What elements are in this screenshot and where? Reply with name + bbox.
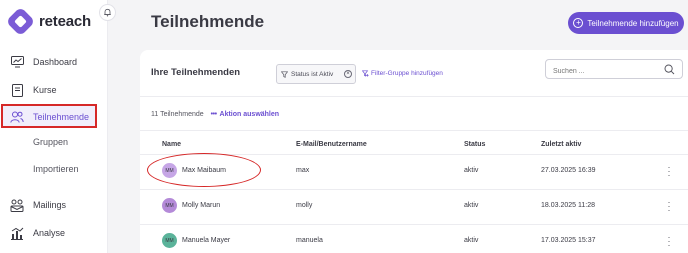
sidebar-item-label: Analyse xyxy=(33,228,66,238)
search-box xyxy=(545,59,683,81)
sidebar-item-gruppen[interactable]: Gruppen xyxy=(0,130,108,154)
add-filter-label: Filter-Gruppe hinzufügen xyxy=(371,70,443,77)
participant-email: molly xyxy=(296,202,313,209)
participants-card: Ihre Teilnehmenden Status ist Aktiv × Fi… xyxy=(140,50,688,253)
participant-name[interactable]: Manuela Mayer xyxy=(182,237,230,244)
divider xyxy=(140,130,688,131)
book-icon xyxy=(10,83,24,97)
search-input[interactable] xyxy=(546,62,656,81)
avatar: MM xyxy=(162,233,177,248)
participant-status: aktiv xyxy=(464,237,479,244)
avatar: MM xyxy=(162,198,177,213)
select-action-link[interactable]: Aktion auswählen xyxy=(220,111,280,118)
column-header-email[interactable]: E-Mail/Benutzername xyxy=(296,141,367,148)
column-header-name[interactable]: Name xyxy=(162,141,181,148)
more-vertical-icon[interactable]: · · · xyxy=(667,163,671,180)
participant-last-active: 17.03.2025 15:37 xyxy=(541,237,596,244)
sidebar-item-teilnehmende[interactable]: Teilnehmende xyxy=(0,105,108,129)
dashboard-icon xyxy=(10,55,24,69)
mail-icon xyxy=(10,198,24,212)
more-vertical-icon[interactable]: · · · xyxy=(667,233,671,250)
divider xyxy=(140,96,688,97)
participant-count: 11 Teilnehmende xyxy=(151,111,204,118)
more-dots-icon: ••• xyxy=(210,111,217,118)
filter-chip-label: Status ist Aktiv xyxy=(291,70,334,78)
participant-last-active: 18.03.2025 11:28 xyxy=(541,202,595,209)
participant-status: aktiv xyxy=(464,202,479,209)
participant-status: aktiv xyxy=(464,167,479,174)
section-title: Ihre Teilnehmenden xyxy=(151,67,241,78)
add-filter-group-link[interactable]: Filter-Gruppe hinzufügen xyxy=(362,70,443,77)
count-row: 11 Teilnehmende ••• Aktion auswählen xyxy=(151,111,279,118)
sidebar-item-analyse[interactable]: Analyse xyxy=(0,221,108,245)
filter-icon xyxy=(281,70,288,78)
table-row[interactable]: MM Manuela Mayer manuela aktiv 17.03.202… xyxy=(140,224,688,253)
participant-name[interactable]: Molly Marun xyxy=(182,202,220,209)
sidebar-item-kurse[interactable]: Kurse xyxy=(0,78,108,102)
sidebar-item-dashboard[interactable]: Dashboard xyxy=(0,50,108,74)
sidebar-item-importieren[interactable]: Importieren xyxy=(0,157,108,181)
bell-icon[interactable] xyxy=(99,4,116,21)
column-header-status[interactable]: Status xyxy=(464,141,485,148)
sidebar-item-label: Mailings xyxy=(33,200,67,210)
logo[interactable]: reteach xyxy=(5,6,91,37)
close-icon[interactable]: × xyxy=(344,70,352,78)
search-icon[interactable] xyxy=(664,64,675,75)
logo-icon xyxy=(5,6,36,37)
more-vertical-icon[interactable]: · · · xyxy=(667,198,671,215)
column-header-last-active[interactable]: Zuletzt aktiv xyxy=(541,141,581,148)
sidebar-item-mailings[interactable]: Mailings xyxy=(0,193,108,217)
filter-plus-icon xyxy=(362,70,369,77)
add-participants-button[interactable]: + Teilnehmende hinzufügen xyxy=(568,12,684,34)
annotation-ellipse xyxy=(147,153,261,187)
sidebar: reteach Dashboard Kurse Teilnehmende Gru… xyxy=(0,0,108,253)
sidebar-item-label: Teilnehmende xyxy=(33,112,90,122)
page-title: Teilnehmende xyxy=(151,12,265,31)
sidebar-item-label: Gruppen xyxy=(33,137,69,147)
sidebar-item-label: Kurse xyxy=(33,85,57,95)
add-participants-label: Teilnehmende hinzufügen xyxy=(587,18,679,28)
participant-last-active: 27.03.2025 16:39 xyxy=(541,167,596,174)
sidebar-item-label: Dashboard xyxy=(33,57,78,67)
status-filter-chip[interactable]: Status ist Aktiv × xyxy=(276,64,356,84)
participant-email: manuela xyxy=(296,237,323,244)
chart-icon xyxy=(10,226,24,240)
table-row[interactable]: MM Molly Marun molly aktiv 18.03.2025 11… xyxy=(140,189,688,224)
plus-icon: + xyxy=(573,18,584,28)
users-icon xyxy=(10,110,24,124)
logo-text: reteach xyxy=(39,13,91,30)
sidebar-item-label: Importieren xyxy=(33,164,79,174)
participant-email: max xyxy=(296,167,310,174)
